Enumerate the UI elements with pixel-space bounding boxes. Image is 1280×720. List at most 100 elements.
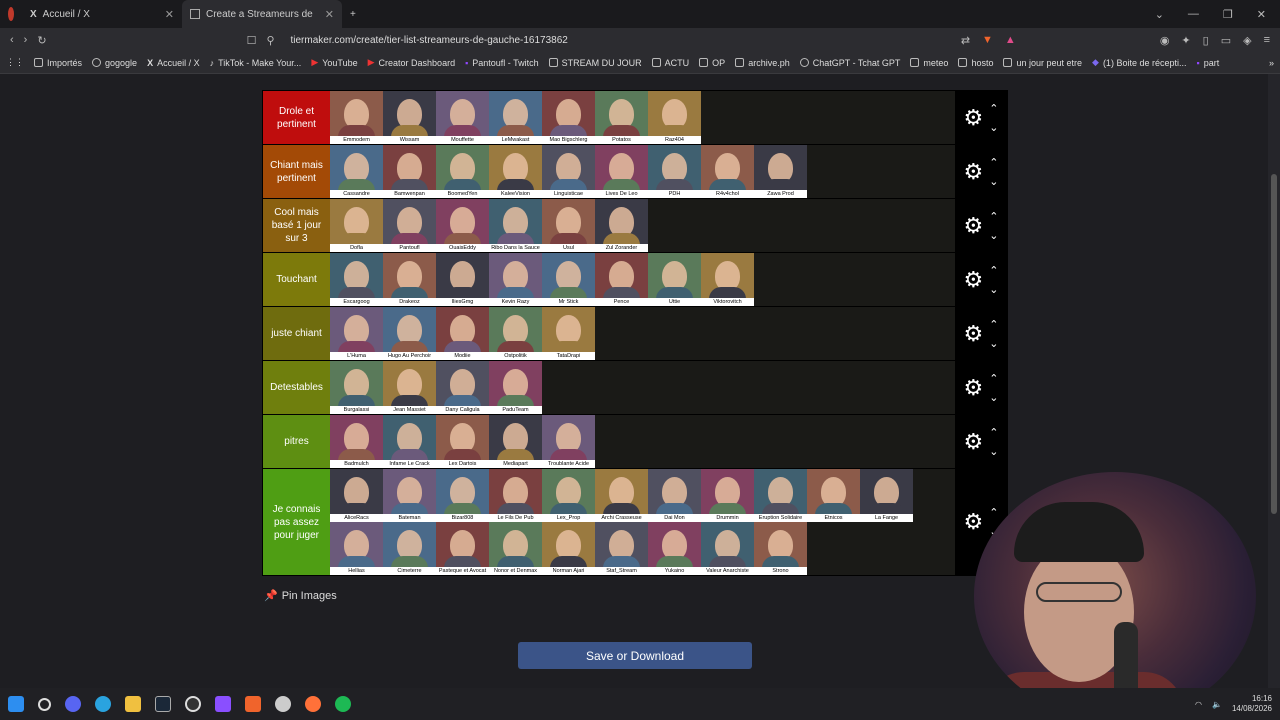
gear-icon[interactable]: ⚙	[964, 105, 984, 131]
chevron-up-icon[interactable]: ⌃	[989, 102, 998, 115]
streamer-tile[interactable]: Archi Crasseuse	[595, 469, 648, 522]
streamer-tile[interactable]: Burgalassi	[330, 361, 383, 414]
streamer-tile[interactable]: Mao Bigschlerg	[542, 91, 595, 144]
streamer-tile[interactable]: Lives De Leo	[595, 145, 648, 198]
bookmark-item[interactable]: ACTU	[651, 58, 689, 68]
streamer-tile[interactable]: Staf_Stream	[595, 522, 648, 575]
spotify-icon[interactable]	[335, 696, 351, 712]
bookmark-item[interactable]: un jour peut etre	[1003, 58, 1082, 68]
system-clock[interactable]: 16:16 14/08/2026	[1232, 694, 1272, 713]
chevron-up-icon[interactable]: ⌃	[989, 210, 998, 223]
streamer-tile[interactable]: Valeur Anarchiste	[701, 522, 754, 575]
streamer-tile[interactable]: Emmodem	[330, 91, 383, 144]
site-info-icon[interactable]: ⚲	[266, 34, 274, 47]
streamer-tile[interactable]: Strono	[754, 522, 807, 575]
menu-icon[interactable]: ≡	[1264, 34, 1270, 47]
streamer-tile[interactable]: Eruption Solidaire	[754, 469, 807, 522]
streamer-tile[interactable]: Cassandre	[330, 145, 383, 198]
gear-icon[interactable]: ⚙	[964, 159, 984, 185]
streamer-tile[interactable]: Dofla	[330, 199, 383, 252]
tab-x-home[interactable]: X Accueil / X ✕	[22, 0, 182, 28]
tier-label[interactable]: Chiant mais pertinent	[263, 145, 330, 198]
gear-icon[interactable]: ⚙	[964, 429, 984, 455]
streamer-tile[interactable]: Pence	[595, 253, 648, 306]
streamer-tile[interactable]: Ribo Dans la Sauce	[489, 199, 542, 252]
chevron-up-icon[interactable]: ⌃	[989, 372, 998, 385]
tier-label[interactable]: Je connais pas assez pour juger	[263, 469, 330, 575]
streamer-tile[interactable]: Dai Mon	[648, 469, 701, 522]
chevron-down-icon[interactable]: ⌄	[989, 229, 998, 242]
streamer-tile[interactable]: Zawa Prod	[754, 145, 807, 198]
forward-icon[interactable]: ›	[24, 34, 28, 46]
translate-icon[interactable]: ⇄	[961, 34, 970, 47]
brave-icon[interactable]	[245, 696, 261, 712]
chevron-up-icon[interactable]: ⌃	[989, 426, 998, 439]
streamer-tile[interactable]: Viktorovitch	[701, 253, 754, 306]
network-icon[interactable]: ◠	[1195, 700, 1202, 709]
streamer-tile[interactable]: Zul Zorander	[595, 199, 648, 252]
pin-images-toggle[interactable]: 📌 Pin Images	[264, 589, 337, 603]
streamer-tile[interactable]: LeMwakast	[489, 91, 542, 144]
streamer-tile[interactable]: Bizar808	[436, 469, 489, 522]
tier-label[interactable]: pitres	[263, 415, 330, 468]
streamer-tile[interactable]: Jean Massiet	[383, 361, 436, 414]
reload-icon[interactable]: ↻	[37, 34, 46, 47]
bookmark-item[interactable]: gogogle	[92, 58, 137, 68]
streamer-tile[interactable]: Yukaino	[648, 522, 701, 575]
chevron-up-icon[interactable]: ⌃	[989, 318, 998, 331]
gear-icon[interactable]: ⚙	[964, 213, 984, 239]
streamer-tile[interactable]: La Fange	[860, 469, 913, 522]
chevron-down-icon[interactable]: ⌄	[989, 337, 998, 350]
warning-icon[interactable]: ▲	[1005, 34, 1016, 47]
streamer-tile[interactable]: Escargoog	[330, 253, 383, 306]
streamer-tile[interactable]: Dany Caligula	[436, 361, 489, 414]
streamer-tile[interactable]: IliesGmg	[436, 253, 489, 306]
streamer-tile[interactable]: Usul	[542, 199, 595, 252]
streamer-tile[interactable]: Le Fils De Pub	[489, 469, 542, 522]
chevron-up-icon[interactable]: ⌃	[989, 264, 998, 277]
streamer-tile[interactable]: Bateman	[383, 469, 436, 522]
gear-icon[interactable]: ⚙	[964, 267, 984, 293]
steam-icon[interactable]	[155, 696, 171, 712]
chevron-up-icon[interactable]: ⌃	[989, 506, 998, 519]
chevron-down-icon[interactable]: ⌄	[1155, 8, 1164, 21]
new-tab-button[interactable]: +	[342, 0, 364, 28]
streamer-tile[interactable]: Pantoufl	[383, 199, 436, 252]
folder-icon[interactable]	[125, 696, 141, 712]
sidebar-icon[interactable]: ▯	[1203, 34, 1209, 47]
tier-label[interactable]: juste chiant	[263, 307, 330, 360]
streamer-tile[interactable]: Etnicos	[807, 469, 860, 522]
streamer-tile[interactable]: Mediapart	[489, 415, 542, 468]
streamer-tile[interactable]: Linguisticae	[542, 145, 595, 198]
bookmark-item[interactable]: X Accueil / X	[147, 58, 200, 68]
firefox-icon[interactable]	[305, 696, 321, 712]
bookmark-item[interactable]: ▶ YouTube	[311, 57, 357, 68]
more-bookmarks-icon[interactable]: »	[1269, 58, 1274, 68]
extension-icon[interactable]: ◉	[1160, 34, 1170, 47]
wallet-icon[interactable]: ▭	[1221, 34, 1231, 47]
obs-icon[interactable]	[185, 696, 201, 712]
bookmark-item[interactable]: ▶ Creator Dashboard	[368, 57, 455, 68]
streamer-tile[interactable]: Potatos	[595, 91, 648, 144]
apps-icon[interactable]: ⋮⋮	[6, 57, 24, 68]
bookmark-item[interactable]: STREAM DU JOUR	[548, 58, 642, 68]
streamer-tile[interactable]: PaduTeam	[489, 361, 542, 414]
streamer-tile[interactable]: Wissam	[383, 91, 436, 144]
chevron-up-icon[interactable]: ⌃	[989, 156, 998, 169]
close-icon[interactable]: ✕	[165, 8, 174, 21]
streamer-tile[interactable]: Lex Dartois	[436, 415, 489, 468]
chevron-down-icon[interactable]: ⌄	[989, 121, 998, 134]
shield-icon[interactable]: ▼	[982, 34, 993, 47]
streamer-tile[interactable]: BoomedYen	[436, 145, 489, 198]
streamer-tile[interactable]: Infame Le Crack	[383, 415, 436, 468]
chevron-down-icon[interactable]: ⌄	[989, 391, 998, 404]
streamer-tile[interactable]: Kevin Razy	[489, 253, 542, 306]
streamer-tile[interactable]: Modiie	[436, 307, 489, 360]
app-icon[interactable]	[215, 696, 231, 712]
streamer-tile[interactable]: Raz404	[648, 91, 701, 144]
streamer-tile[interactable]: Mr Stick	[542, 253, 595, 306]
streamer-tile[interactable]: Pasteque et Avocat	[436, 522, 489, 575]
streamer-tile[interactable]: Uttie	[648, 253, 701, 306]
page-scrollbar[interactable]	[1268, 74, 1280, 688]
streamer-tile[interactable]: Badmulch	[330, 415, 383, 468]
